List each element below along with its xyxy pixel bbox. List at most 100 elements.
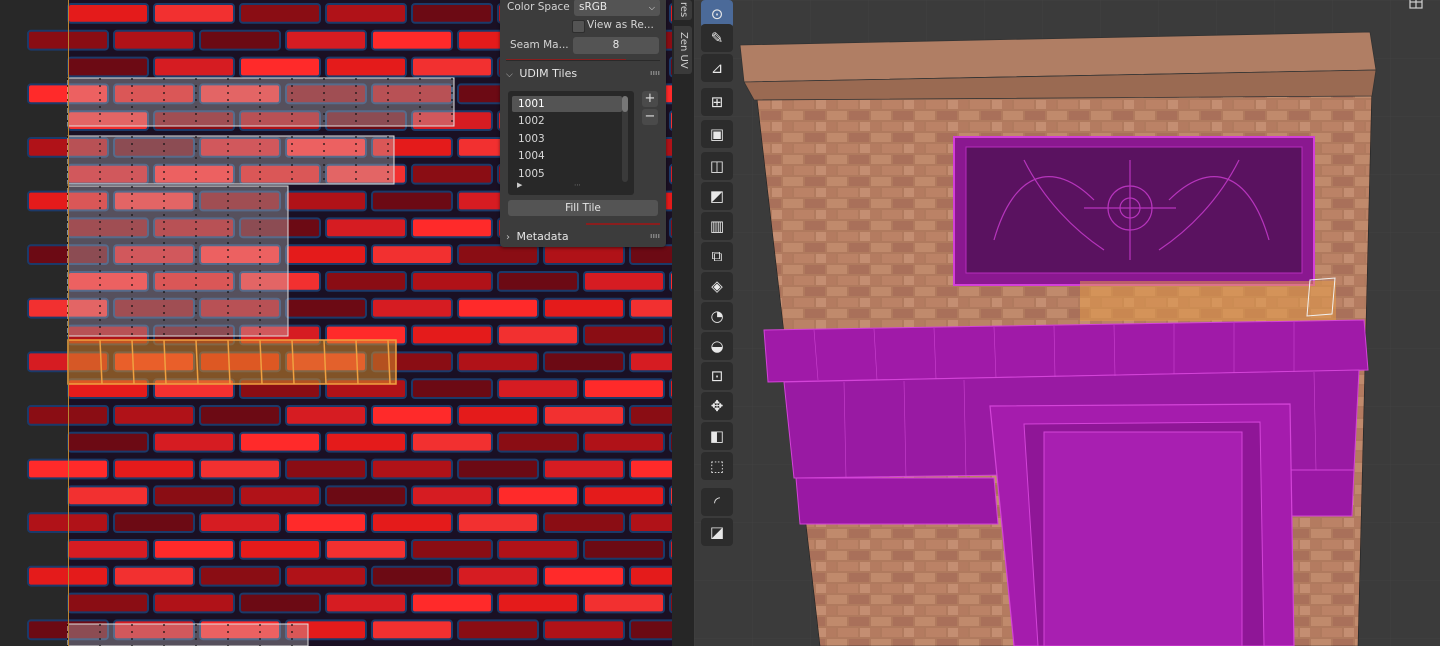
annotate-icon[interactable]: ✎ [701, 24, 733, 52]
uv-editor[interactable]: Color Space sRGB ⌵ View as Re... Seam Ma… [0, 0, 694, 646]
uv-brick [543, 619, 625, 641]
loop-cut-icon[interactable]: ▥ [701, 212, 733, 240]
inset-faces-icon: ◫ [709, 157, 725, 175]
shrink-fatten-icon[interactable]: ✥ [701, 392, 733, 420]
metadata-header[interactable]: › Metadata [506, 227, 660, 247]
seam-margin-field[interactable]: 8 [573, 37, 659, 54]
uv-brick [67, 56, 149, 78]
fill-tile-button[interactable]: Fill Tile [508, 200, 658, 216]
uv-brick [325, 592, 407, 614]
add-tile-button[interactable]: + [642, 91, 658, 107]
uv-brick [153, 431, 235, 453]
uv-brick [411, 217, 493, 239]
uv-brick [371, 190, 453, 212]
uv-brick [583, 431, 665, 453]
uv-brick [497, 431, 579, 453]
shear-icon[interactable]: ◧ [701, 422, 733, 450]
sidebar-tab-strip: res Zen UV [672, 0, 694, 646]
uv-brick [411, 378, 493, 400]
drag-grip-icon[interactable] [650, 234, 660, 238]
seam-margin-value: 8 [612, 39, 620, 51]
udim-tile-item[interactable]: 1003 [512, 131, 622, 147]
inset-faces-icon[interactable]: ◫ [701, 152, 733, 180]
shear-icon: ◧ [709, 427, 725, 445]
transform-icon[interactable]: ◜ [701, 488, 733, 516]
list-resize-grip-icon[interactable]: ⋯ [574, 181, 581, 189]
panel-accent-line [586, 223, 660, 225]
uv-brick [371, 244, 453, 265]
uv-brick [411, 485, 493, 507]
scrollbar-thumb[interactable] [622, 96, 628, 112]
grid-view-toggle-icon[interactable] [1388, 0, 1440, 14]
uv-brick [239, 539, 321, 560]
uv-brick [457, 297, 539, 319]
uv-image-boundary [68, 0, 69, 646]
add-cube-icon[interactable]: ⊞ [701, 88, 733, 116]
udim-tiles-header[interactable]: ⌵ UDIM Tiles [506, 64, 660, 84]
uv-brick [239, 592, 321, 614]
uv-brick [325, 539, 407, 560]
udim-tiles-title: UDIM Tiles [519, 67, 578, 80]
measure-icon[interactable]: ⊿ [701, 54, 733, 82]
measure-icon: ⊿ [710, 59, 724, 77]
tab-res[interactable]: res [674, 0, 692, 20]
uv-island [67, 623, 309, 646]
remove-tile-button[interactable]: − [642, 109, 658, 125]
udim-list-scrollbar[interactable] [622, 96, 628, 182]
uv-brick [285, 297, 367, 319]
color-space-dropdown[interactable]: sRGB ⌵ [574, 0, 660, 16]
rip-region-icon[interactable]: ⬚ [701, 452, 733, 480]
uv-brick [371, 565, 453, 587]
uv-brick [325, 56, 407, 78]
udim-tile-item[interactable]: 1002 [512, 113, 622, 129]
uv-brick [457, 405, 539, 426]
knife-icon: ⧉ [711, 247, 723, 265]
uv-island [67, 135, 395, 185]
uv-brick [199, 512, 281, 534]
bevel-icon: ◩ [709, 187, 725, 205]
uv-brick [497, 485, 579, 507]
uv-brick [583, 324, 665, 346]
uv-brick [67, 3, 149, 24]
extrude-region-icon[interactable]: ▣ [701, 120, 733, 148]
uv-brick [457, 512, 539, 534]
view-as-render-checkbox[interactable] [572, 20, 585, 33]
uv-brick [371, 297, 453, 319]
knife-icon[interactable]: ⧉ [701, 242, 733, 270]
edge-slide-icon[interactable]: ⊡ [701, 362, 733, 390]
poly-build-icon[interactable]: ◈ [701, 272, 733, 300]
checker-icon[interactable]: ◪ [701, 518, 733, 546]
uv-brick [411, 271, 493, 292]
uv-brick [113, 458, 195, 480]
uv-brick [325, 3, 407, 24]
annotate-icon: ✎ [710, 29, 724, 47]
bevel-icon[interactable]: ◩ [701, 182, 733, 210]
expand-arrow-icon[interactable]: ▶ [517, 181, 522, 189]
drag-grip-icon[interactable] [650, 71, 660, 75]
spin-icon[interactable]: ◔ [701, 302, 733, 330]
uv-brick [153, 485, 235, 507]
uv-brick [285, 565, 367, 587]
udim-tile-item[interactable]: 1001 [512, 96, 622, 112]
uv-brick [67, 431, 149, 453]
smooth-vertices-icon[interactable]: ◒ [701, 332, 733, 360]
uv-brick [285, 244, 367, 265]
udim-tile-item[interactable]: 1004 [512, 148, 622, 164]
uv-brick [457, 244, 539, 265]
tab-zen-uv[interactable]: Zen UV [674, 26, 692, 74]
uv-brick [285, 190, 367, 212]
3d-viewport[interactable]: ⊙ ✎ ⊿ ⊞ ▣ ◫ ◩ ▥ ⧉ ◈ ◔ ◒ ⊡ ✥ ◧ ⬚ ◜ ◪ [694, 0, 1440, 646]
uv-brick [411, 56, 493, 78]
uv-brick [411, 539, 493, 560]
udim-tile-item[interactable]: 1005 [512, 166, 622, 182]
uv-brick [199, 29, 281, 51]
uv-brick [153, 592, 235, 614]
color-space-label: Color Space [507, 1, 570, 13]
uv-brick [67, 539, 149, 560]
uv-brick [285, 512, 367, 534]
3d-scene[interactable] [694, 0, 1440, 646]
uv-brick [371, 619, 453, 641]
chevron-down-icon: ⌵ [506, 70, 513, 80]
uv-brick [411, 592, 493, 614]
udim-tile-list[interactable]: 1001 1002 1003 1004 1005 ▶ ⋯ [508, 91, 634, 195]
